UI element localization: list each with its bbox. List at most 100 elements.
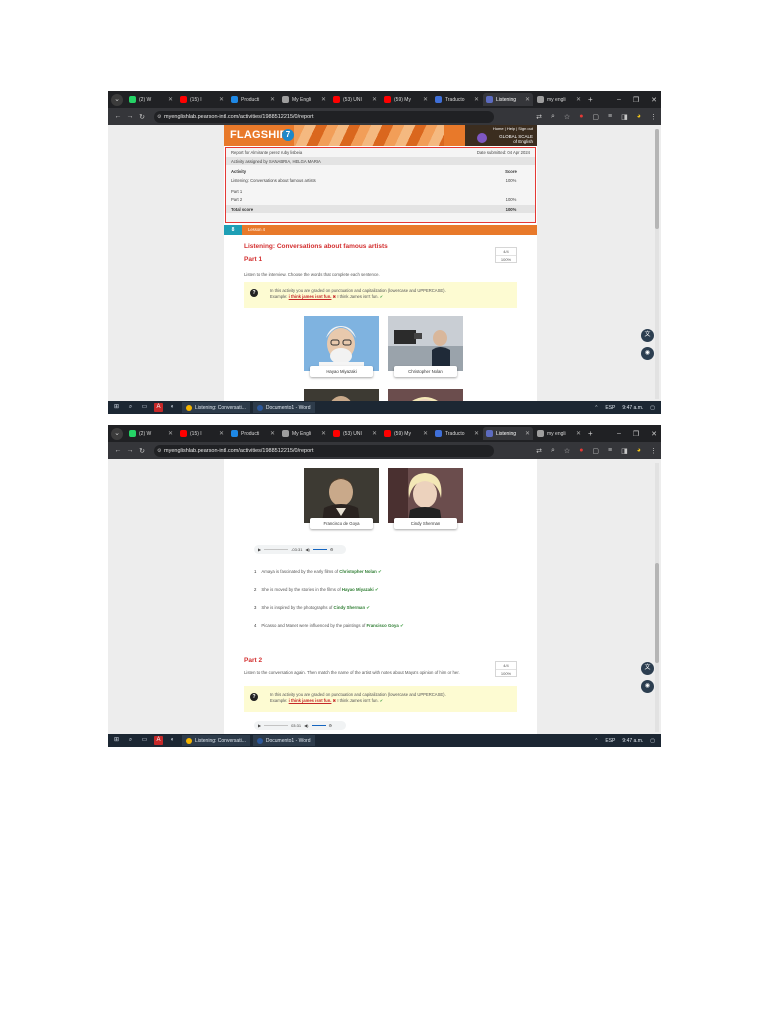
audio-progress[interactable] xyxy=(264,724,289,727)
new-tab-button[interactable]: + xyxy=(588,429,593,438)
browser-tab[interactable]: (53) UNI ✕ xyxy=(330,427,380,440)
translate-float-icon[interactable]: 文 xyxy=(641,662,654,675)
close-icon[interactable]: ✕ xyxy=(525,96,530,103)
bookmark-star-icon[interactable]: ☆ xyxy=(564,113,570,121)
taskbar-word[interactable]: Documento1 - Word xyxy=(252,402,315,413)
volume-icon[interactable]: ◀) xyxy=(305,547,309,552)
reading-list-icon[interactable]: ≡ xyxy=(608,447,612,454)
scrollbar[interactable] xyxy=(655,129,659,399)
close-icon[interactable]: ✕ xyxy=(168,96,173,103)
notification-icon[interactable]: ▢ xyxy=(650,738,655,744)
clock[interactable]: 9:47 a.m. xyxy=(622,738,643,744)
back-icon[interactable]: ← xyxy=(112,113,124,120)
close-icon[interactable]: ✕ xyxy=(576,96,581,103)
menu-icon[interactable]: ⋮ xyxy=(650,447,657,455)
profile-icon[interactable]: ◕ xyxy=(637,447,641,454)
reading-list-icon[interactable]: ≡ xyxy=(608,113,612,120)
close-icon[interactable]: ✕ xyxy=(321,96,326,103)
minimize-icon[interactable]: – xyxy=(617,430,621,437)
taskbar-chrome[interactable]: Listening: Conversati... xyxy=(182,402,250,413)
tab-search-icon[interactable]: ⌄ xyxy=(111,427,123,440)
extension-icon[interactable]: ● xyxy=(579,113,583,120)
language-indicator[interactable]: ESP xyxy=(605,405,615,411)
site-info-icon[interactable]: ⚙ xyxy=(157,111,161,123)
restore-icon[interactable]: ❐ xyxy=(633,96,639,104)
browser-tab[interactable]: My Engli ✕ xyxy=(279,93,329,106)
browser-tab[interactable]: (2) W ✕ xyxy=(126,427,176,440)
bookmark-star-icon[interactable]: ☆ xyxy=(564,447,570,455)
search-icon[interactable]: ⌕ xyxy=(126,403,135,412)
browser-tab[interactable]: (59) My ✕ xyxy=(381,93,431,106)
acrobat-icon[interactable]: A xyxy=(154,403,163,412)
acrobat-icon[interactable]: A xyxy=(154,736,163,745)
audio-player[interactable]: ▶ 03:31 ◀) ⚙ xyxy=(254,721,346,730)
url-input[interactable]: ⚙ myenglishlab.pearson-intl.com/activitie… xyxy=(154,444,494,457)
side-panel-icon[interactable]: ◨ xyxy=(621,113,628,121)
browser-tab-active[interactable]: Listening ✕ xyxy=(483,427,533,440)
browser-tab[interactable]: Traducto ✕ xyxy=(432,427,482,440)
play-icon[interactable]: ▶ xyxy=(258,547,261,552)
close-window-icon[interactable]: ✕ xyxy=(651,430,657,438)
site-info-icon[interactable]: ⚙ xyxy=(157,445,161,457)
close-icon[interactable]: ✕ xyxy=(474,96,479,103)
browser-tab-active[interactable]: Listening ✕ xyxy=(483,93,533,106)
audio-progress[interactable] xyxy=(264,548,289,551)
assistant-float-icon[interactable]: ◉ xyxy=(641,680,654,693)
scroll-thumb[interactable] xyxy=(655,563,659,663)
close-icon[interactable]: ✕ xyxy=(219,430,224,437)
settings-icon[interactable]: ⚙ xyxy=(329,723,333,728)
url-input[interactable]: ⚙ myenglishlab.pearson-intl.com/activitie… xyxy=(154,110,494,123)
minimize-icon[interactable]: – xyxy=(617,96,621,103)
forward-icon[interactable]: → xyxy=(124,447,136,454)
edge-icon[interactable]: ◐ xyxy=(168,736,177,745)
volume-icon[interactable]: ◀) xyxy=(304,723,308,728)
browser-tab[interactable]: (59) My ✕ xyxy=(381,427,431,440)
menu-icon[interactable]: ⋮ xyxy=(650,113,657,121)
zoom-icon[interactable]: ⌕ xyxy=(551,113,555,121)
browser-tab[interactable]: My Engli ✕ xyxy=(279,427,329,440)
close-icon[interactable]: ✕ xyxy=(321,430,326,437)
browser-tab[interactable]: (53) UNI ✕ xyxy=(330,93,380,106)
close-icon[interactable]: ✕ xyxy=(372,430,377,437)
close-icon[interactable]: ✕ xyxy=(270,96,275,103)
volume-slider[interactable] xyxy=(312,548,327,551)
notification-icon[interactable]: ▢ xyxy=(650,405,655,411)
translate-icon[interactable]: ⇄ xyxy=(536,113,542,121)
close-icon[interactable]: ✕ xyxy=(423,430,428,437)
tab-search-icon[interactable]: ⌄ xyxy=(111,93,123,106)
close-icon[interactable]: ✕ xyxy=(168,430,173,437)
zoom-icon[interactable]: ⌕ xyxy=(551,447,555,455)
extension-icon[interactable]: ● xyxy=(579,447,583,454)
volume-slider[interactable] xyxy=(311,724,326,727)
scrollbar[interactable] xyxy=(655,463,659,732)
header-links[interactable]: Home | Help | Sign out xyxy=(493,126,533,131)
browser-tab[interactable]: Traducto ✕ xyxy=(432,93,482,106)
play-icon[interactable]: ▶ xyxy=(258,723,261,728)
profile-icon[interactable]: ◕ xyxy=(637,113,641,120)
back-icon[interactable]: ← xyxy=(112,447,124,454)
close-icon[interactable]: ✕ xyxy=(474,430,479,437)
task-view-icon[interactable]: ▭ xyxy=(140,736,149,745)
start-icon[interactable]: ⊞ xyxy=(112,736,121,745)
reload-icon[interactable]: ↻ xyxy=(136,113,148,121)
taskbar-word[interactable]: Documento1 - Word xyxy=(252,735,315,746)
forward-icon[interactable]: → xyxy=(124,113,136,120)
side-panel-icon[interactable]: ◨ xyxy=(621,447,628,455)
chevron-up-icon[interactable]: ⌃ xyxy=(594,405,598,411)
close-icon[interactable]: ✕ xyxy=(219,96,224,103)
start-icon[interactable]: ⊞ xyxy=(112,403,121,412)
edge-icon[interactable]: ◐ xyxy=(168,403,177,412)
browser-tab[interactable]: Producti ✕ xyxy=(228,93,278,106)
clock[interactable]: 9:47 a.m. xyxy=(622,405,643,411)
browser-tab[interactable]: my engli ✕ xyxy=(534,93,584,106)
assistant-float-icon[interactable]: ◉ xyxy=(641,347,654,360)
task-view-icon[interactable]: ▭ xyxy=(140,403,149,412)
close-icon[interactable]: ✕ xyxy=(525,430,530,437)
audio-player[interactable]: ▶ -03:31 ◀) ⚙ xyxy=(254,545,346,554)
close-icon[interactable]: ✕ xyxy=(423,96,428,103)
browser-tab[interactable]: Producti ✕ xyxy=(228,427,278,440)
close-window-icon[interactable]: ✕ xyxy=(651,96,657,104)
translate-float-icon[interactable]: 文 xyxy=(641,329,654,342)
extensions-puzzle-icon[interactable]: ▢ xyxy=(592,113,599,121)
scroll-thumb[interactable] xyxy=(655,129,659,229)
